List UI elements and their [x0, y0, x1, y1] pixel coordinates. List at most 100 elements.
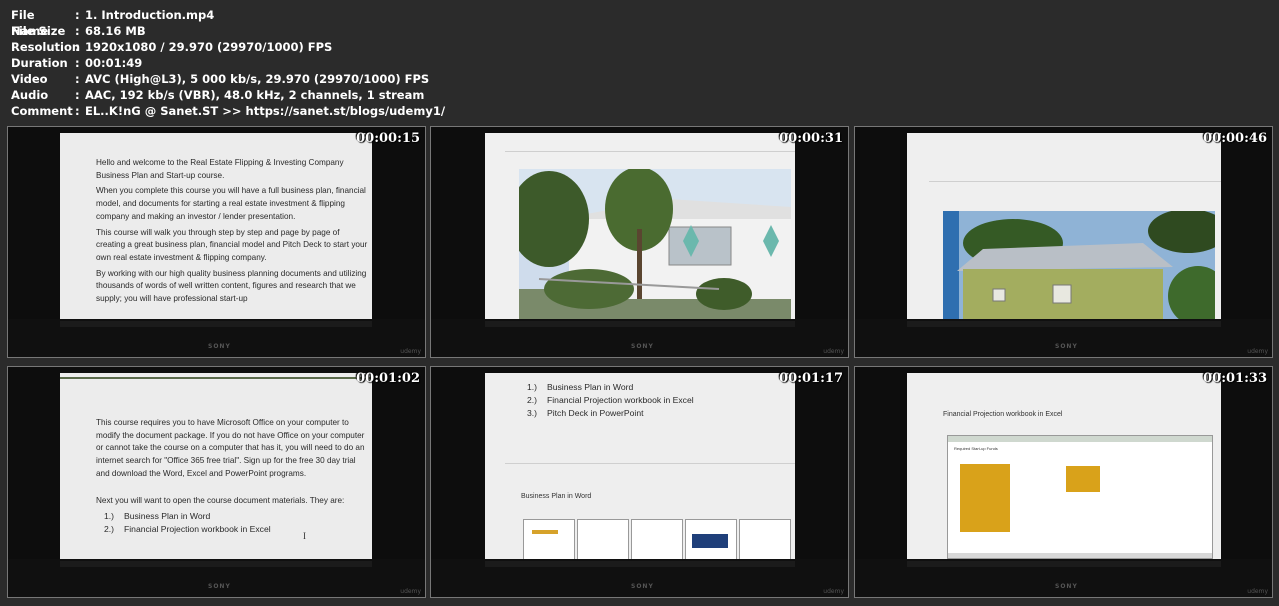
info-separator: :: [75, 8, 80, 22]
info-key: File Size: [11, 24, 66, 38]
info-value: 68.16 MB: [85, 24, 146, 38]
info-separator: :: [75, 104, 80, 118]
list-number: 2.): [104, 524, 115, 535]
document-text: Hello and welcome to the Real Estate Fli…: [96, 157, 368, 309]
thumbnail-6[interactable]: Financial Projection workbook in Excel R…: [854, 366, 1273, 598]
monitor-brand: SONY: [1055, 343, 1078, 350]
thumbnail-2[interactable]: SONY udemy 00:00:31: [430, 126, 849, 358]
monitor-screen: Hello and welcome to the Real Estate Fli…: [60, 133, 372, 321]
info-value: AAC, 192 kb/s (VBR), 48.0 kHz, 2 channel…: [85, 88, 425, 102]
monitor-brand: SONY: [1055, 583, 1078, 590]
document-page-thumbnail: [685, 519, 737, 561]
list-item: 1.) Business Plan in Word: [104, 510, 370, 523]
taskbar: [907, 321, 1221, 327]
info-row-video: Video : AVC (High@L3), 5 000 kb/s, 29.97…: [11, 71, 445, 87]
document-list: 1.) Business Plan in Word 2.) Financial …: [527, 381, 694, 420]
info-row-comment: Comment : EL..K!nG @ Sanet.ST >> https:/…: [11, 103, 445, 119]
list-text: Financial Projection workbook in Excel: [124, 524, 271, 535]
list-number: 1.): [527, 382, 538, 392]
list-item: 1.) Business Plan in Word: [527, 381, 694, 394]
timestamp: 00:01:02: [356, 371, 420, 386]
section-title: Financial Projection workbook in Excel: [943, 411, 1063, 418]
paragraph: Hello and welcome to the Real Estate Fli…: [96, 158, 344, 180]
info-value: 1. Introduction.mp4: [85, 8, 215, 22]
text-cursor: I: [303, 531, 306, 541]
timestamp: 00:00:15: [356, 131, 420, 146]
timestamp: 00:01:33: [1203, 371, 1267, 386]
taskbar: [907, 561, 1221, 567]
info-value: AVC (High@L3), 5 000 kb/s, 29.970 (29970…: [85, 72, 430, 86]
info-row-resolution: Resolution : 1920x1080 / 29.970 (29970/1…: [11, 39, 445, 55]
list-number: 2.): [527, 395, 538, 405]
excel-window: Required Start-up Funds: [947, 435, 1213, 559]
thumbnail-3[interactable]: SONY udemy 00:00:46: [854, 126, 1273, 358]
list-number: 1.): [104, 511, 115, 522]
list-text: Financial Projection workbook in Excel: [547, 395, 694, 405]
list-item: 3.) Pitch Deck in PowerPoint: [527, 407, 694, 420]
udemy-watermark: udemy: [1247, 348, 1268, 355]
timestamp: 00:00:31: [779, 131, 843, 146]
list-item: 2.) Financial Projection workbook in Exc…: [527, 394, 694, 407]
sheet-title: Required Start-up Funds: [954, 446, 998, 451]
divider: [60, 377, 372, 379]
info-row-file-size: File Size : 68.16 MB: [11, 23, 445, 39]
timestamp: 00:01:17: [779, 371, 843, 386]
taskbar: [60, 561, 372, 567]
udemy-watermark: udemy: [823, 588, 844, 595]
info-value: 1920x1080 / 29.970 (29970/1000) FPS: [85, 40, 333, 54]
info-value: 00:01:49: [85, 56, 143, 70]
info-separator: :: [75, 88, 80, 102]
info-separator: :: [75, 24, 80, 38]
file-info-panel: File Name : 1. Introduction.mp4 File Siz…: [11, 7, 445, 119]
list-text: Business Plan in Word: [124, 511, 211, 522]
thumbnail-5[interactable]: 1.) Business Plan in Word 2.) Financial …: [430, 366, 849, 598]
house-photo: [519, 169, 791, 321]
monitor-brand: SONY: [208, 583, 231, 590]
list-item: 2.) Financial Projection workbook in Exc…: [104, 523, 370, 536]
udemy-watermark: udemy: [400, 588, 421, 595]
paragraph: Next you will want to open the course do…: [96, 495, 345, 505]
info-key: Resolution: [11, 40, 81, 54]
udemy-watermark: udemy: [1247, 588, 1268, 595]
info-key: Audio: [11, 88, 49, 102]
info-value: EL..K!nG @ Sanet.ST >> https://sanet.st/…: [85, 104, 446, 118]
info-key: Duration: [11, 56, 68, 70]
info-key: File Name: [11, 8, 49, 38]
document-page-thumbnail: [739, 519, 791, 561]
monitor-screen: 1.) Business Plan in Word 2.) Financial …: [485, 373, 795, 561]
taskbar: [485, 561, 795, 567]
monitor-screen: [485, 133, 795, 321]
info-row-audio: Audio : AAC, 192 kb/s (VBR), 48.0 kHz, 2…: [11, 87, 445, 103]
monitor-brand: SONY: [208, 343, 231, 350]
divider: [929, 181, 1221, 182]
udemy-watermark: udemy: [400, 348, 421, 355]
monitor-screen: Financial Projection workbook in Excel R…: [907, 373, 1221, 561]
info-key: Video: [11, 72, 48, 86]
monitor-screen: This course requires you to have Microso…: [60, 373, 372, 561]
monitor-brand: SONY: [631, 583, 654, 590]
divider: [505, 151, 795, 152]
paragraph: This course requires you to have Microso…: [96, 418, 365, 478]
paragraph: When you complete this course you will h…: [96, 186, 366, 221]
document-text: This course requires you to have Microso…: [96, 417, 370, 536]
thumbnail-1[interactable]: Hello and welcome to the Real Estate Fli…: [7, 126, 426, 358]
document-page-thumbnail: [523, 519, 575, 561]
udemy-watermark: udemy: [823, 348, 844, 355]
info-row-file-name: File Name : 1. Introduction.mp4: [11, 7, 445, 38]
document-page-thumbnail: [631, 519, 683, 561]
paragraph: By working with our high quality busines…: [96, 268, 367, 304]
list-text: Pitch Deck in PowerPoint: [547, 408, 644, 418]
thumbnail-4[interactable]: This course requires you to have Microso…: [7, 366, 426, 598]
paragraph: This course will walk you through step b…: [96, 227, 368, 262]
list-number: 3.): [527, 408, 538, 418]
house-photo: [943, 211, 1215, 321]
document-page-thumbnail: [577, 519, 629, 561]
monitor-brand: SONY: [631, 343, 654, 350]
taskbar: [60, 321, 372, 327]
info-separator: :: [75, 72, 80, 86]
section-title: Business Plan in Word: [521, 493, 592, 500]
info-separator: :: [75, 56, 80, 70]
info-key: Comment: [11, 104, 73, 118]
list-text: Business Plan in Word: [547, 382, 634, 392]
divider: [505, 463, 795, 464]
